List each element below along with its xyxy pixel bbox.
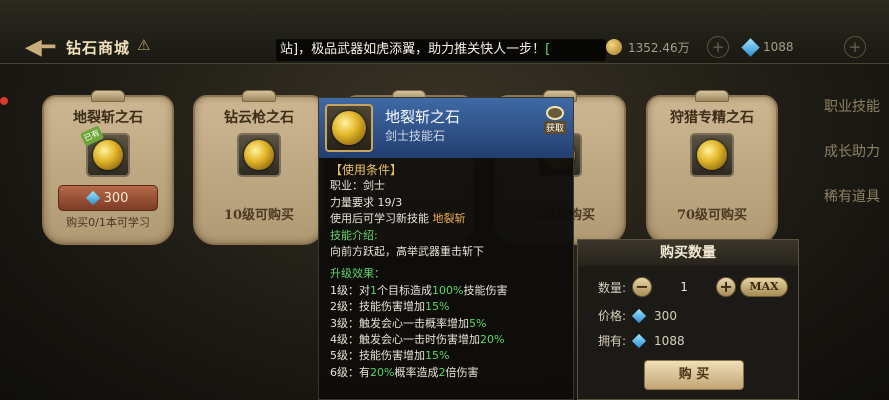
shop-card-2[interactable]: 钻云枪之石 10级可购买: [193, 90, 325, 245]
card-name: 钻云枪之石: [224, 110, 294, 126]
skill-stone-icon: [244, 140, 274, 170]
price-label: 价格:: [598, 309, 627, 323]
card-cap: [242, 90, 276, 102]
level-value: 1: [370, 283, 377, 297]
price-value: 300: [103, 190, 129, 206]
tab-growth-boost[interactable]: 成长助力: [824, 141, 889, 161]
diamond-icon: [741, 37, 760, 57]
marquee-bracket: [: [545, 42, 551, 57]
intro-header: 技能介绍:: [330, 228, 378, 242]
level-value: 20%: [480, 333, 505, 347]
level-text: 4级：触发会心一击时伤害增加: [330, 333, 480, 347]
level-text: 技能伤害: [463, 283, 508, 297]
quantity-row: 数量: − 1 + MAX: [598, 277, 789, 297]
purchase-note: 购买0/1本可学习: [66, 216, 150, 229]
item-type: 剑士技能石: [385, 129, 446, 143]
add-diamond-button[interactable]: +: [844, 36, 866, 58]
diamond-icon: [631, 308, 647, 323]
diamond-icon: [85, 190, 100, 206]
increase-quantity-button[interactable]: +: [716, 277, 737, 297]
back-arrow-icon[interactable]: ◀━: [22, 34, 58, 60]
gold-amount: 1352.46万: [628, 40, 690, 55]
tooltip-body: 【使用条件】 职业：剑士 力量要求 19/3 使用后可学习新技能 地裂斩 技能介…: [330, 162, 570, 381]
gold-coin-icon: [606, 39, 622, 55]
conditions-header: 【使用条件】: [330, 163, 403, 177]
card-cap: [695, 90, 729, 102]
shop-card-1[interactable]: 地裂斩之石 已有 300 购买0/1本可学习: [42, 90, 174, 245]
learn-skill-name: 地裂斩: [432, 212, 466, 226]
item-tooltip: 地裂斩之石 剑士技能石 获取 【使用条件】 职业：剑士 力量要求 19/3 使用…: [318, 97, 574, 400]
level-requirement: 70级可购买: [676, 208, 748, 223]
add-gold-button[interactable]: +: [707, 36, 729, 58]
upgrade-level-6: 6级：有20%概率造成2倍伤害: [330, 365, 570, 381]
tab-rare-items[interactable]: 稀有道具: [824, 186, 889, 206]
level-text: 2级：技能伤害增加: [330, 300, 425, 314]
quantity-value[interactable]: 1: [652, 280, 716, 294]
get-label: 获取: [543, 121, 566, 134]
item-slot[interactable]: 已有: [79, 125, 130, 177]
level-value: 20%: [370, 365, 395, 379]
top-bar: ◀━ 钻石商城 ⚠ 站]，极品武器如虎添翼，助力推关快人一步！[ 1352.46…: [0, 0, 889, 64]
skill-stone-icon: [332, 111, 366, 145]
owned-row: 拥有: 1088: [598, 332, 685, 349]
card-name: 地裂斩之石: [73, 110, 143, 126]
level-text: 3级：触发会心一击概率增加: [330, 316, 469, 330]
page-title: 钻石商城: [66, 39, 131, 57]
diamond-amount: 1088: [763, 40, 794, 54]
level-text: 概率造成: [394, 365, 439, 379]
quantity-label: 数量:: [598, 280, 627, 295]
upgrade-level-3: 3级：触发会心一击概率增加5%: [330, 316, 570, 332]
buy-button[interactable]: 购 买: [644, 360, 744, 390]
notification-dot: [0, 97, 8, 105]
get-source-button[interactable]: 获取: [541, 106, 569, 134]
decrease-quantity-button[interactable]: −: [632, 277, 653, 297]
learn-skill-line: 使用后可学习新技能 地裂斩: [330, 211, 570, 227]
shop-card-5[interactable]: 狩猎专精之石 70级可购买: [646, 90, 778, 245]
level-value: 15%: [425, 349, 450, 363]
upgrade-level-5: 5级：技能伤害增加15%: [330, 348, 570, 364]
marquee-text: 站]，极品武器如虎添翼，助力推关快人一步！: [280, 42, 546, 57]
level-text: 5级：技能伤害增加: [330, 349, 425, 363]
gold-currency: 1352.46万: [606, 38, 690, 56]
diamond-currency: 1088: [741, 37, 794, 57]
upgrade-level-4: 4级：触发会心一击时伤害增加20%: [330, 332, 570, 348]
skill-stone-icon: [93, 140, 123, 170]
price-row: 价格: 300: [598, 307, 677, 324]
upgrade-level-1: 1级：对1个目标造成100%技能伤害: [330, 283, 570, 299]
level-text: 1级：对: [330, 283, 370, 297]
level-value: 15%: [425, 300, 450, 314]
owned-label: 拥有:: [598, 334, 627, 348]
buy-quantity-panel: 购买数量 数量: − 1 + MAX 价格: 300 拥有: 1088 购 买: [577, 239, 799, 400]
item-slot[interactable]: [690, 133, 734, 177]
diamond-icon: [631, 333, 647, 348]
announcement-marquee: 站]，极品武器如虎添翼，助力推关快人一步！[: [276, 39, 606, 61]
level-text: 6级：有: [330, 365, 370, 379]
intro-text: 向前方跃起，高举武器重击斩下: [330, 245, 484, 259]
upgrade-header: 升级效果：: [330, 267, 385, 281]
level-requirement: 10级可购买: [223, 208, 295, 223]
upgrade-level-2: 2级：技能伤害增加15%: [330, 299, 570, 315]
strength-requirement: 力量要求 19/3: [330, 195, 403, 209]
profession-line: 职业：剑士: [330, 179, 385, 193]
price-button[interactable]: 300: [58, 185, 158, 211]
level-text: 个目标造成: [377, 283, 432, 297]
item-slot[interactable]: [237, 133, 281, 177]
card-cap: [91, 90, 125, 102]
skill-stone-icon: [697, 140, 727, 170]
owned-value: 1088: [654, 333, 685, 348]
magnifier-icon: [546, 106, 564, 120]
learn-prefix: 使用后可学习新技能: [330, 212, 433, 226]
buy-panel-title: 购买数量: [578, 240, 798, 266]
item-name: 地裂斩之石: [385, 108, 461, 126]
card-name: 狩猎专精之石: [670, 110, 754, 126]
level-text: 倍伤害: [445, 365, 479, 379]
tab-class-skills[interactable]: 职业技能: [824, 96, 889, 116]
warning-icon[interactable]: ⚠: [137, 37, 155, 53]
price-value: 300: [654, 308, 677, 323]
item-icon-frame: [325, 104, 373, 152]
max-quantity-button[interactable]: MAX: [740, 277, 789, 297]
tooltip-header: 地裂斩之石 剑士技能石 获取: [319, 98, 573, 158]
level-value: 100%: [432, 283, 464, 297]
level-value: 5%: [469, 316, 487, 330]
